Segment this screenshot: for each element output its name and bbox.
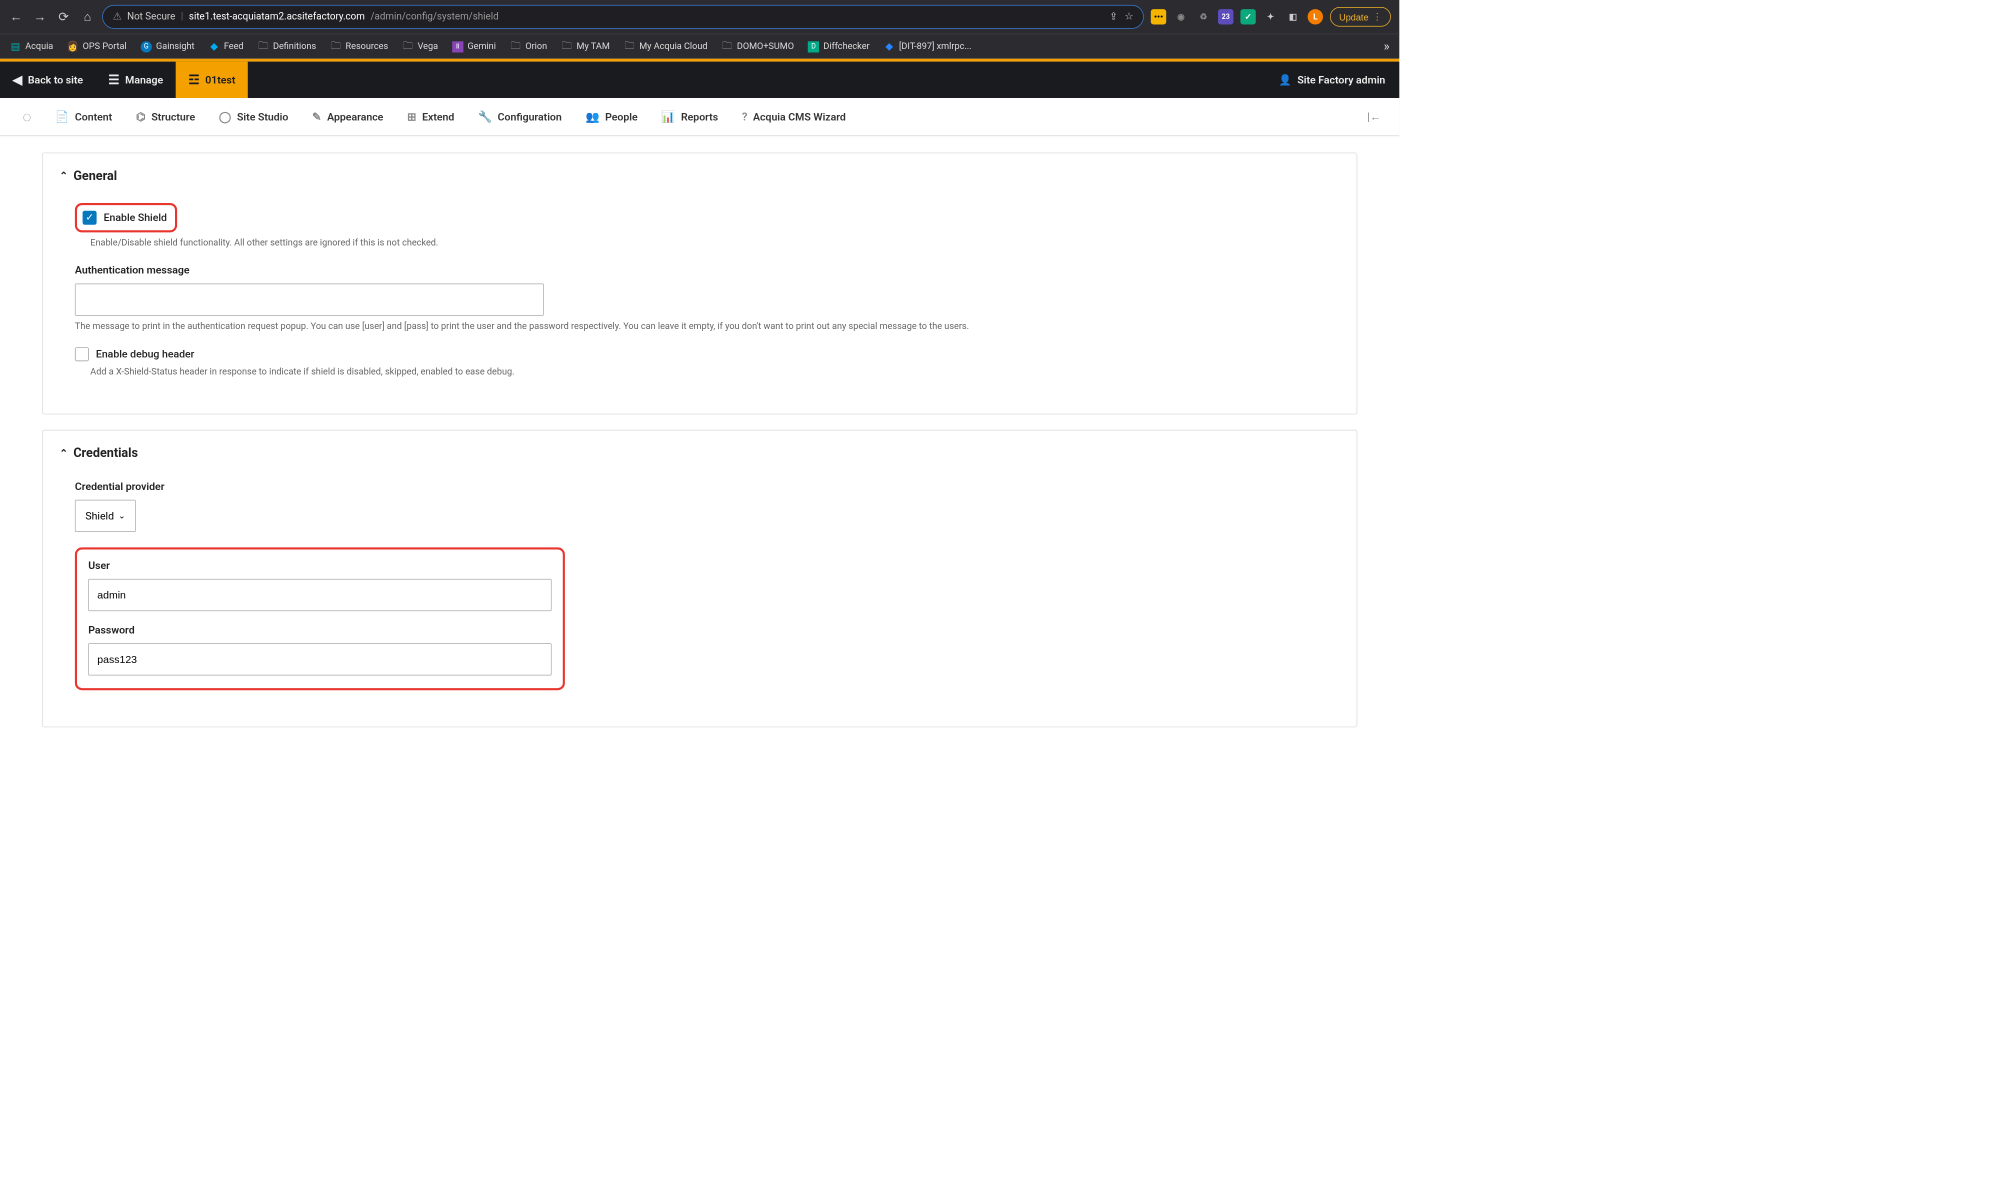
- bookmark-gainsight[interactable]: GGainsight: [141, 41, 195, 52]
- debug-header-checkbox[interactable]: [75, 347, 89, 361]
- admin-home-icon[interactable]: ◌: [11, 98, 43, 135]
- not-secure-icon: ⚠: [113, 11, 122, 22]
- admin-people[interactable]: 👥People: [574, 98, 648, 135]
- panel-header-general[interactable]: ⌃ General: [60, 169, 1340, 184]
- bookmark-feed[interactable]: ◆Feed: [208, 41, 243, 52]
- browser-home-button[interactable]: ⌂: [80, 9, 95, 24]
- enable-shield-checkbox[interactable]: ✓: [83, 211, 97, 225]
- admin-site-studio[interactable]: ◯Site Studio: [208, 98, 300, 135]
- url-bar[interactable]: ⚠ Not Secure | site1.test-acquiatam2.acs…: [102, 5, 1144, 29]
- update-button[interactable]: Update⋮: [1330, 7, 1391, 27]
- credential-provider-select[interactable]: Shield ⌄: [75, 500, 136, 532]
- ext-icon-camera[interactable]: ◉: [1173, 9, 1188, 24]
- enable-shield-label: Enable Shield: [104, 211, 167, 224]
- ext-icon-green[interactable]: ✓: [1240, 9, 1255, 24]
- sidepanel-icon[interactable]: ◧: [1285, 9, 1300, 24]
- manage-button[interactable]: ☰Manage: [96, 62, 176, 98]
- bookmark-gemini[interactable]: ⅡGemini: [452, 41, 496, 52]
- bookmark-diffchecker[interactable]: DDiffchecker: [808, 41, 870, 52]
- bookmark-ops-portal[interactable]: 👩OPS Portal: [67, 41, 126, 52]
- panel-title-credentials: Credentials: [73, 446, 138, 461]
- browser-back-button[interactable]: ←: [8, 9, 23, 24]
- chevron-down-icon: ⌄: [118, 511, 125, 521]
- chevron-down-icon: ⌃: [60, 170, 68, 181]
- debug-header-label: Enable debug header: [96, 348, 194, 361]
- panel-header-credentials[interactable]: ⌃ Credentials: [60, 446, 1340, 461]
- bookmark-overflow[interactable]: »: [1384, 39, 1390, 54]
- admin-reports[interactable]: 📊Reports: [650, 98, 729, 135]
- auth-message-input[interactable]: [75, 284, 544, 316]
- admin-extend[interactable]: ⊞Extend: [396, 98, 466, 135]
- panel-title-general: General: [73, 169, 117, 184]
- admin-acquia-wizard[interactable]: ?Acquia CMS Wizard: [731, 98, 857, 135]
- chevron-down-icon: ⌃: [60, 448, 68, 459]
- not-secure-label: Not Secure: [127, 11, 175, 22]
- credential-provider-label: Credential provider: [75, 480, 1340, 493]
- browser-forward-button[interactable]: →: [32, 9, 47, 24]
- enable-shield-desc: Enable/Disable shield functionality. All…: [90, 238, 1339, 249]
- panel-general: ⌃ General ✓ Enable Shield Enable/Disable…: [42, 153, 1357, 415]
- site-tab[interactable]: ☲01test: [176, 62, 248, 98]
- admin-content[interactable]: 📄Content: [44, 98, 123, 135]
- bookmark-orion[interactable]: 🗀Orion: [510, 41, 547, 52]
- browser-reload-button[interactable]: ⟳: [56, 9, 71, 24]
- admin-appearance[interactable]: ✎Appearance: [301, 98, 395, 135]
- user-label: User: [88, 559, 551, 572]
- url-domain: site1.test-acquiatam2.acsitefactory.com: [189, 11, 365, 22]
- admin-menu: ◌ 📄Content ⌬Structure ◯Site Studio ✎Appe…: [0, 98, 1399, 136]
- bookmark-dit897[interactable]: ◆[DIT-897] xmlrpc...: [884, 41, 972, 52]
- browser-chrome: ← → ⟳ ⌂ ⚠ Not Secure | site1.test-acquia…: [0, 0, 1399, 34]
- bookmark-acquia[interactable]: ▤Acquia: [10, 41, 53, 52]
- panel-credentials: ⌃ Credentials Credential provider Shield…: [42, 430, 1357, 728]
- bookmark-vega[interactable]: 🗀Vega: [402, 41, 438, 52]
- url-path: /admin/config/system/shield: [370, 11, 498, 22]
- extensions-icon[interactable]: ✦: [1263, 9, 1278, 24]
- profile-avatar[interactable]: L: [1308, 9, 1323, 24]
- bookmark-definitions[interactable]: 🗀Definitions: [258, 41, 317, 52]
- password-label: Password: [88, 624, 551, 637]
- star-icon[interactable]: ☆: [1125, 11, 1134, 22]
- admin-structure[interactable]: ⌬Structure: [125, 98, 207, 135]
- user-menu[interactable]: 👤Site Factory admin: [1265, 74, 1400, 87]
- bookmarks-bar: ▤Acquia 👩OPS Portal GGainsight ◆Feed 🗀De…: [0, 34, 1399, 59]
- bookmark-resources[interactable]: 🗀Resources: [330, 41, 388, 52]
- back-to-site-button[interactable]: ◀Back to site: [0, 62, 96, 98]
- bookmark-domo-sumo[interactable]: 🗀DOMO+SUMO: [721, 41, 794, 52]
- bookmark-myacquiacloud[interactable]: 🗀My Acquia Cloud: [624, 41, 708, 52]
- password-input[interactable]: [88, 643, 551, 675]
- ext-icon-1[interactable]: •••: [1151, 9, 1166, 24]
- debug-header-desc: Add a X-Shield-Status header in response…: [90, 367, 1339, 378]
- user-input[interactable]: [88, 579, 551, 611]
- ext-badge-23[interactable]: 23: [1218, 9, 1233, 24]
- auth-message-desc: The message to print in the authenticati…: [75, 321, 1340, 332]
- collapse-toolbar-icon[interactable]: |←: [1360, 110, 1388, 124]
- admin-configuration[interactable]: 🔧Configuration: [467, 98, 573, 135]
- auth-message-label: Authentication message: [75, 264, 1340, 277]
- bookmark-mytam[interactable]: 🗀My TAM: [561, 41, 610, 52]
- ext-icon-recycle[interactable]: ♻: [1196, 9, 1211, 24]
- share-icon[interactable]: ⇪: [1109, 11, 1117, 22]
- drupal-toolbar: ◀Back to site ☰Manage ☲01test 👤Site Fact…: [0, 62, 1399, 98]
